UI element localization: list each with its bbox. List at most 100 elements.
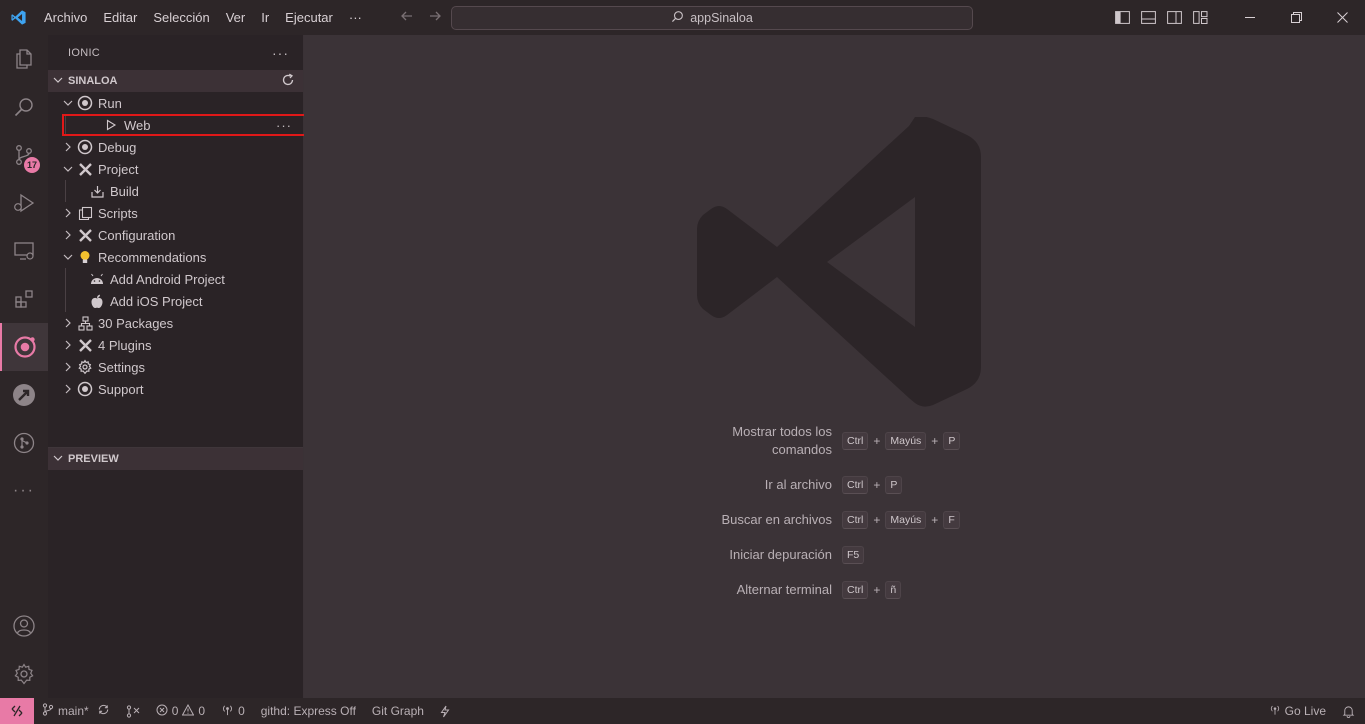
build-icon — [88, 180, 106, 202]
tree-item-packages[interactable]: 30 Packages — [48, 312, 303, 334]
minimize-icon[interactable] — [1227, 0, 1273, 35]
toggle-primary-sidebar-icon[interactable] — [1109, 0, 1135, 35]
githd-label: githd: Express Off — [260, 704, 356, 718]
key: Ctrl — [842, 511, 869, 529]
menu-ir[interactable]: Ir — [253, 0, 277, 35]
warning-icon — [182, 703, 195, 719]
git-branch-icon — [42, 703, 54, 719]
tree-item-plugins[interactable]: 4 Plugins — [48, 334, 303, 356]
accounts-icon[interactable] — [0, 602, 48, 650]
run-debug-icon[interactable] — [0, 179, 48, 227]
tree-item-configuration[interactable]: Configuration — [48, 224, 303, 246]
sidebar-more-button[interactable]: ··· — [272, 45, 289, 61]
shortcut-row[interactable]: Ir al archivo Ctrl + P — [674, 476, 1074, 494]
remote-explorer-icon[interactable] — [0, 227, 48, 275]
back-arrow-icon[interactable] — [400, 9, 414, 27]
menu-seleccion[interactable]: Selección — [145, 0, 217, 35]
tree-item-add-android[interactable]: Add Android Project — [48, 268, 303, 290]
go-live-button[interactable]: Go Live — [1261, 703, 1334, 719]
tree-item-recommendations[interactable]: Recommendations — [48, 246, 303, 268]
shortcut-label: Iniciar depuración — [729, 547, 832, 562]
remote-indicator-icon[interactable] — [0, 698, 34, 724]
warning-count: 0 — [198, 704, 206, 718]
extensions-icon[interactable] — [0, 275, 48, 323]
tree-item-project[interactable]: Project — [48, 158, 303, 180]
tree-item-label: Settings — [98, 359, 145, 375]
problems-status[interactable]: 0 0 — [148, 703, 213, 719]
tree-item-debug[interactable]: Debug — [48, 136, 303, 158]
git-graph-status[interactable]: Git Graph — [364, 704, 432, 718]
status-bar: main* 0 0 0 githd: Express Off Git Graph… — [0, 698, 1365, 724]
editor-area: Mostrar todos los comandos Ctrl + Mayús … — [304, 35, 1365, 698]
chevron-right-icon — [60, 136, 76, 158]
ports-status[interactable]: 0 — [213, 703, 253, 719]
menu-ejecutar[interactable]: Ejecutar — [277, 0, 341, 35]
refresh-icon[interactable] — [281, 73, 295, 90]
key: Mayús — [885, 432, 927, 450]
plus-sign: + — [931, 434, 939, 448]
explorer-icon[interactable] — [0, 35, 48, 83]
settings-gear-icon[interactable] — [0, 650, 48, 698]
chevron-down-icon — [60, 92, 76, 114]
chevron-down-icon — [60, 246, 76, 268]
chevron-right-icon — [60, 356, 76, 378]
tree-item-build[interactable]: Build — [48, 180, 303, 202]
githd-status[interactable]: githd: Express Off — [253, 704, 364, 718]
toggle-panel-icon[interactable] — [1135, 0, 1161, 35]
shortcut-row[interactable]: Iniciar depuración F5 — [674, 546, 1074, 564]
git-graph-label: Git Graph — [371, 704, 424, 718]
ports-count: 0 — [238, 704, 245, 718]
shortcut-row[interactable]: Mostrar todos los comandos Ctrl + Mayús … — [674, 423, 1074, 459]
tree-item-label: Debug — [98, 139, 137, 155]
git-changes-icon[interactable] — [118, 704, 148, 718]
chevron-right-icon — [60, 334, 76, 356]
tree-item-web[interactable]: Web ··· — [62, 114, 306, 136]
ionic-circle-icon — [76, 136, 94, 158]
tree-item-support[interactable]: Support — [48, 378, 303, 400]
source-control-icon[interactable]: 17 — [0, 131, 48, 179]
section-header-sinaloa[interactable]: SINALOA — [48, 70, 303, 92]
close-icon[interactable] — [1319, 0, 1365, 35]
tree-item-settings[interactable]: Settings — [48, 356, 303, 378]
command-center-search[interactable]: appSinaloa — [451, 6, 973, 30]
capacitor-icon[interactable] — [0, 371, 48, 419]
ionic-circle-icon — [76, 92, 94, 114]
menu-more-button[interactable]: ··· — [341, 0, 370, 35]
menu-archivo[interactable]: Archivo — [36, 0, 95, 35]
ionic-icon[interactable] — [0, 323, 48, 371]
notifications-bell-icon[interactable] — [1334, 705, 1365, 718]
chevron-down-icon — [52, 74, 64, 89]
chevron-right-icon — [60, 224, 76, 246]
menu-editar[interactable]: Editar — [95, 0, 145, 35]
menu-ver[interactable]: Ver — [218, 0, 254, 35]
search-view-icon[interactable] — [0, 83, 48, 131]
more-views-icon[interactable]: ··· — [0, 467, 48, 515]
shortcut-row[interactable]: Alternar terminal Ctrl + ñ — [674, 581, 1074, 599]
lightning-icon[interactable] — [432, 705, 458, 718]
restore-icon[interactable] — [1273, 0, 1319, 35]
tree-item-label: Support — [98, 381, 144, 397]
tree-item-label: Web — [124, 117, 151, 133]
git-graph-icon[interactable] — [0, 419, 48, 467]
tree-item-label: Scripts — [98, 205, 138, 221]
scm-badge: 17 — [24, 157, 40, 173]
forward-arrow-icon[interactable] — [428, 9, 442, 27]
customize-layout-icon[interactable] — [1187, 0, 1213, 35]
section-header-preview[interactable]: PREVIEW — [48, 448, 303, 470]
sidebar-title: IONIC — [68, 46, 101, 59]
plus-sign: + — [931, 513, 939, 527]
shortcut-row[interactable]: Buscar en archivos Ctrl + Mayús + F — [674, 511, 1074, 529]
ionic-circle-icon — [76, 378, 94, 400]
chevron-right-icon — [60, 378, 76, 400]
tree-item-add-ios[interactable]: Add iOS Project — [48, 290, 303, 312]
sync-icon[interactable] — [97, 703, 110, 719]
tree-item-run[interactable]: Run — [48, 92, 303, 114]
shortcut-label: Alternar terminal — [736, 582, 832, 597]
gear-icon — [76, 356, 94, 378]
play-icon — [102, 114, 120, 136]
branch-status[interactable]: main* — [34, 703, 118, 719]
branch-name: main* — [58, 704, 89, 718]
toggle-secondary-sidebar-icon[interactable] — [1161, 0, 1187, 35]
tree-item-scripts[interactable]: Scripts — [48, 202, 303, 224]
web-more-button[interactable]: ··· — [276, 118, 292, 133]
